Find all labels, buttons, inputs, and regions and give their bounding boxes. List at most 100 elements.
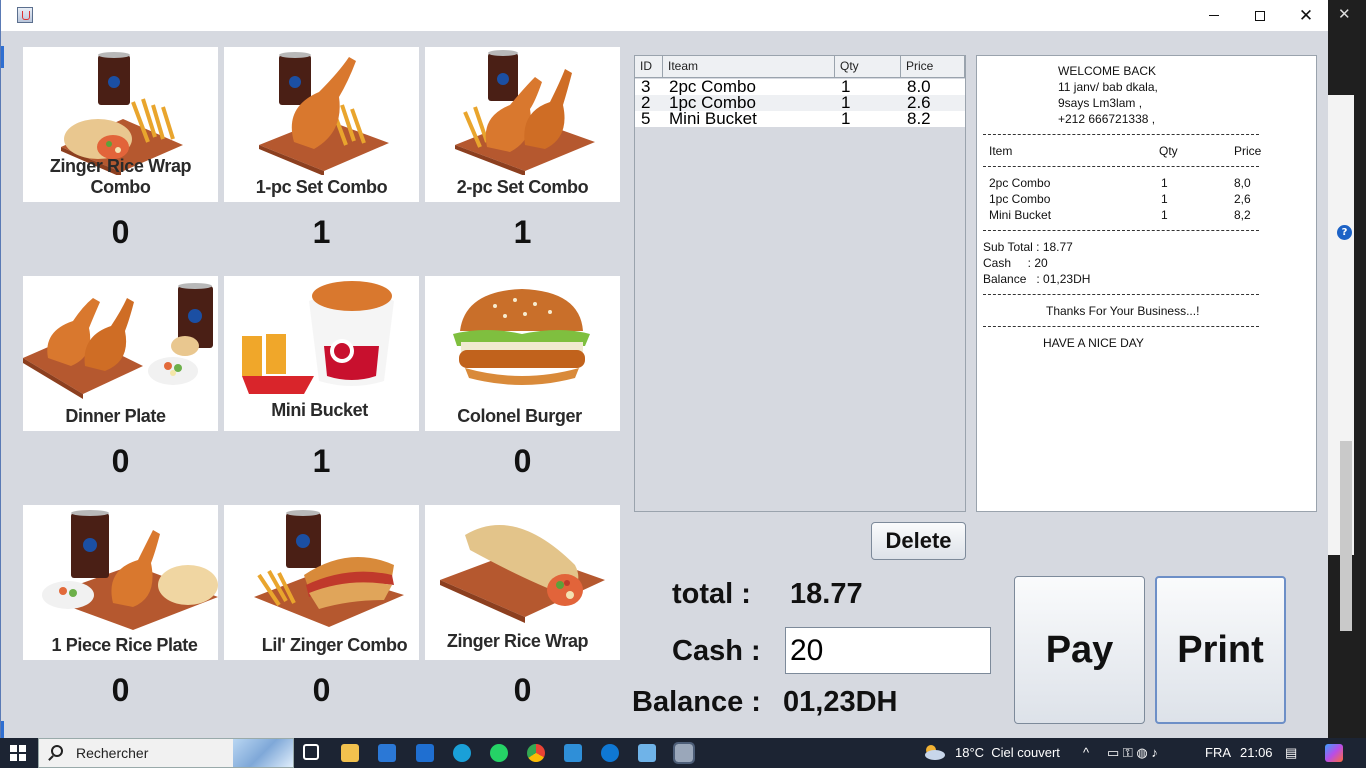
product-qty: 0 [312, 672, 331, 708]
background-app-edge: ✕ ? [1328, 0, 1366, 738]
notifications-icon[interactable]: ▤ [1285, 745, 1297, 761]
total-label: total : [672, 578, 751, 610]
edge-icon[interactable] [453, 744, 471, 762]
col-price-header[interactable]: Price [901, 56, 965, 78]
product-name: Zinger Rice Wrap Combo [49, 156, 192, 197]
product-name: Mini Bucket [271, 400, 368, 420]
cell-qty: 1 [841, 109, 851, 128]
2pc-set-combo-image [455, 50, 595, 175]
pay-button[interactable]: Pay [1014, 576, 1145, 724]
maximize-button[interactable] [1237, 0, 1283, 31]
taskbar: Rechercher 18°C Ciel couvert ^ ▭ ⚿ ◍ ♪ F… [0, 738, 1366, 768]
task-view-icon[interactable] [303, 744, 319, 760]
receipt-balance: Balance : 01,23DH [983, 272, 1091, 286]
product-card-zinger-rice-wrap[interactable]: Zinger Rice Wrap [425, 505, 620, 660]
colonel-burger-image [453, 289, 590, 385]
taskbar-search[interactable]: Rechercher [38, 738, 294, 768]
product-card-zinger-rice-wrap-combo[interactable]: Zinger Rice Wrap Combo [23, 47, 218, 202]
mail-icon[interactable] [416, 744, 434, 762]
product-card-colonel-burger[interactable]: Colonel Burger [425, 276, 620, 431]
product-card-1pc-set-combo[interactable]: 1-pc Set Combo [224, 47, 419, 202]
receipt-col-qty: Qty [1159, 144, 1178, 158]
receipt-panel[interactable]: WELCOME BACK 11 janv/ bab dkala, 9says L… [976, 55, 1317, 512]
scrollbar-thumb[interactable] [1340, 441, 1352, 631]
whatsapp-icon[interactable] [490, 744, 508, 762]
lil-zinger-combo-image [254, 510, 404, 627]
receipt-line-price: 8,2 [1234, 208, 1251, 222]
weather-cloud-icon[interactable] [922, 743, 946, 761]
focus-accent [1, 46, 4, 68]
product-card-lil-zinger-combo[interactable]: Lil' Zinger Combo [224, 505, 419, 660]
1-piece-rice-plate-image [42, 510, 218, 630]
store-icon[interactable] [378, 744, 396, 762]
col-id-header[interactable]: ID [635, 56, 663, 78]
show-hidden-icons[interactable]: ^ [1083, 745, 1089, 760]
help-icon[interactable]: ? [1337, 225, 1352, 240]
receipt-divider [983, 294, 1259, 295]
product-card-1-piece-rice-plate[interactable]: 1 Piece Rice Plate [23, 505, 218, 660]
java-taskbar-icon[interactable] [673, 742, 695, 764]
product-card-2pc-set-combo[interactable]: 2-pc Set Combo [425, 47, 620, 202]
search-highlight-image [233, 739, 293, 767]
product-card-mini-bucket[interactable]: Mini Bucket [224, 276, 419, 431]
print-button[interactable]: Print [1155, 576, 1286, 724]
clock[interactable]: 21:06 [1240, 745, 1273, 760]
language-indicator[interactable]: FRA [1205, 745, 1231, 760]
app-icon[interactable] [638, 744, 656, 762]
dinner-plate-image [23, 283, 213, 399]
receipt-line-qty: 1 [1161, 208, 1168, 222]
vscode-icon[interactable] [564, 744, 582, 762]
system-tray-icons[interactable]: ▭ ⚿ ◍ ♪ [1107, 745, 1158, 761]
1pc-set-combo-image [259, 52, 389, 175]
minimize-icon [1209, 15, 1219, 16]
receipt-line-price: 8,0 [1234, 176, 1251, 190]
product-card-dinner-plate[interactable]: Dinner Plate [23, 276, 218, 431]
chrome-icon[interactable] [527, 744, 545, 762]
col-item-header[interactable]: Iteam [663, 56, 835, 78]
order-table-header: ID Iteam Qty Price [635, 56, 965, 78]
java-app-icon [17, 7, 33, 23]
cash-input[interactable]: 20 [785, 627, 991, 674]
receipt-col-item: Item [989, 144, 1013, 158]
col-qty-header[interactable]: Qty [835, 56, 901, 78]
search-placeholder: Rechercher [76, 745, 149, 761]
receipt-divider [983, 166, 1259, 167]
receipt-goodbye: HAVE A NICE DAY [1043, 336, 1144, 350]
receipt-line-price: 2,6 [1234, 192, 1251, 206]
maximize-icon [1255, 10, 1265, 21]
minimize-button[interactable] [1191, 0, 1237, 31]
order-table[interactable]: ID Iteam Qty Price 3 2pc Combo 1 8.0 2 1… [634, 55, 966, 512]
total-value: 18.77 [790, 578, 863, 610]
receipt-col-price: Price [1234, 144, 1262, 158]
left-edge [1, 31, 6, 738]
onedrive-icon[interactable] [601, 744, 619, 762]
product-name: Dinner Plate [65, 406, 166, 426]
mini-bucket-image [242, 281, 394, 394]
windows-start-icon[interactable] [10, 745, 26, 761]
receipt-address-line1: 11 janv/ bab dkala, [1058, 80, 1158, 94]
receipt-line-qty: 1 [1161, 176, 1168, 190]
receipt-line-item: 2pc Combo [989, 176, 1051, 190]
cash-label: Cash : [672, 635, 761, 667]
product-qty: 1 [513, 214, 532, 250]
weather-text[interactable]: 18°C Ciel couvert [955, 745, 1060, 760]
receipt-line-item: Mini Bucket [989, 208, 1052, 222]
close-icon: ✕ [1298, 5, 1314, 26]
product-qty: 1 [312, 214, 331, 250]
table-row[interactable]: 5 Mini Bucket 1 8.2 [635, 109, 965, 128]
product-name: 1 Piece Rice Plate [51, 635, 198, 655]
balance-label: Balance : [632, 686, 761, 718]
receipt-divider [983, 134, 1259, 135]
delete-button[interactable]: Delete [871, 522, 966, 560]
file-explorer-icon[interactable] [341, 744, 359, 762]
product-name: Lil' Zinger Combo [261, 635, 408, 655]
receipt-cash: Cash : 20 [983, 256, 1048, 270]
cell-id: 5 [641, 109, 651, 128]
close-button[interactable]: ✕ [1283, 0, 1329, 31]
product-name: Colonel Burger [457, 406, 582, 426]
background-close-icon[interactable]: ✕ [1338, 5, 1351, 23]
title-bar[interactable]: ✕ [1, 0, 1329, 31]
pos-window: ✕ Zinger Rice Wrap Combo 0 1-pc Set Comb… [0, 0, 1329, 738]
copilot-icon[interactable] [1325, 744, 1343, 762]
product-qty: 0 [111, 443, 130, 479]
